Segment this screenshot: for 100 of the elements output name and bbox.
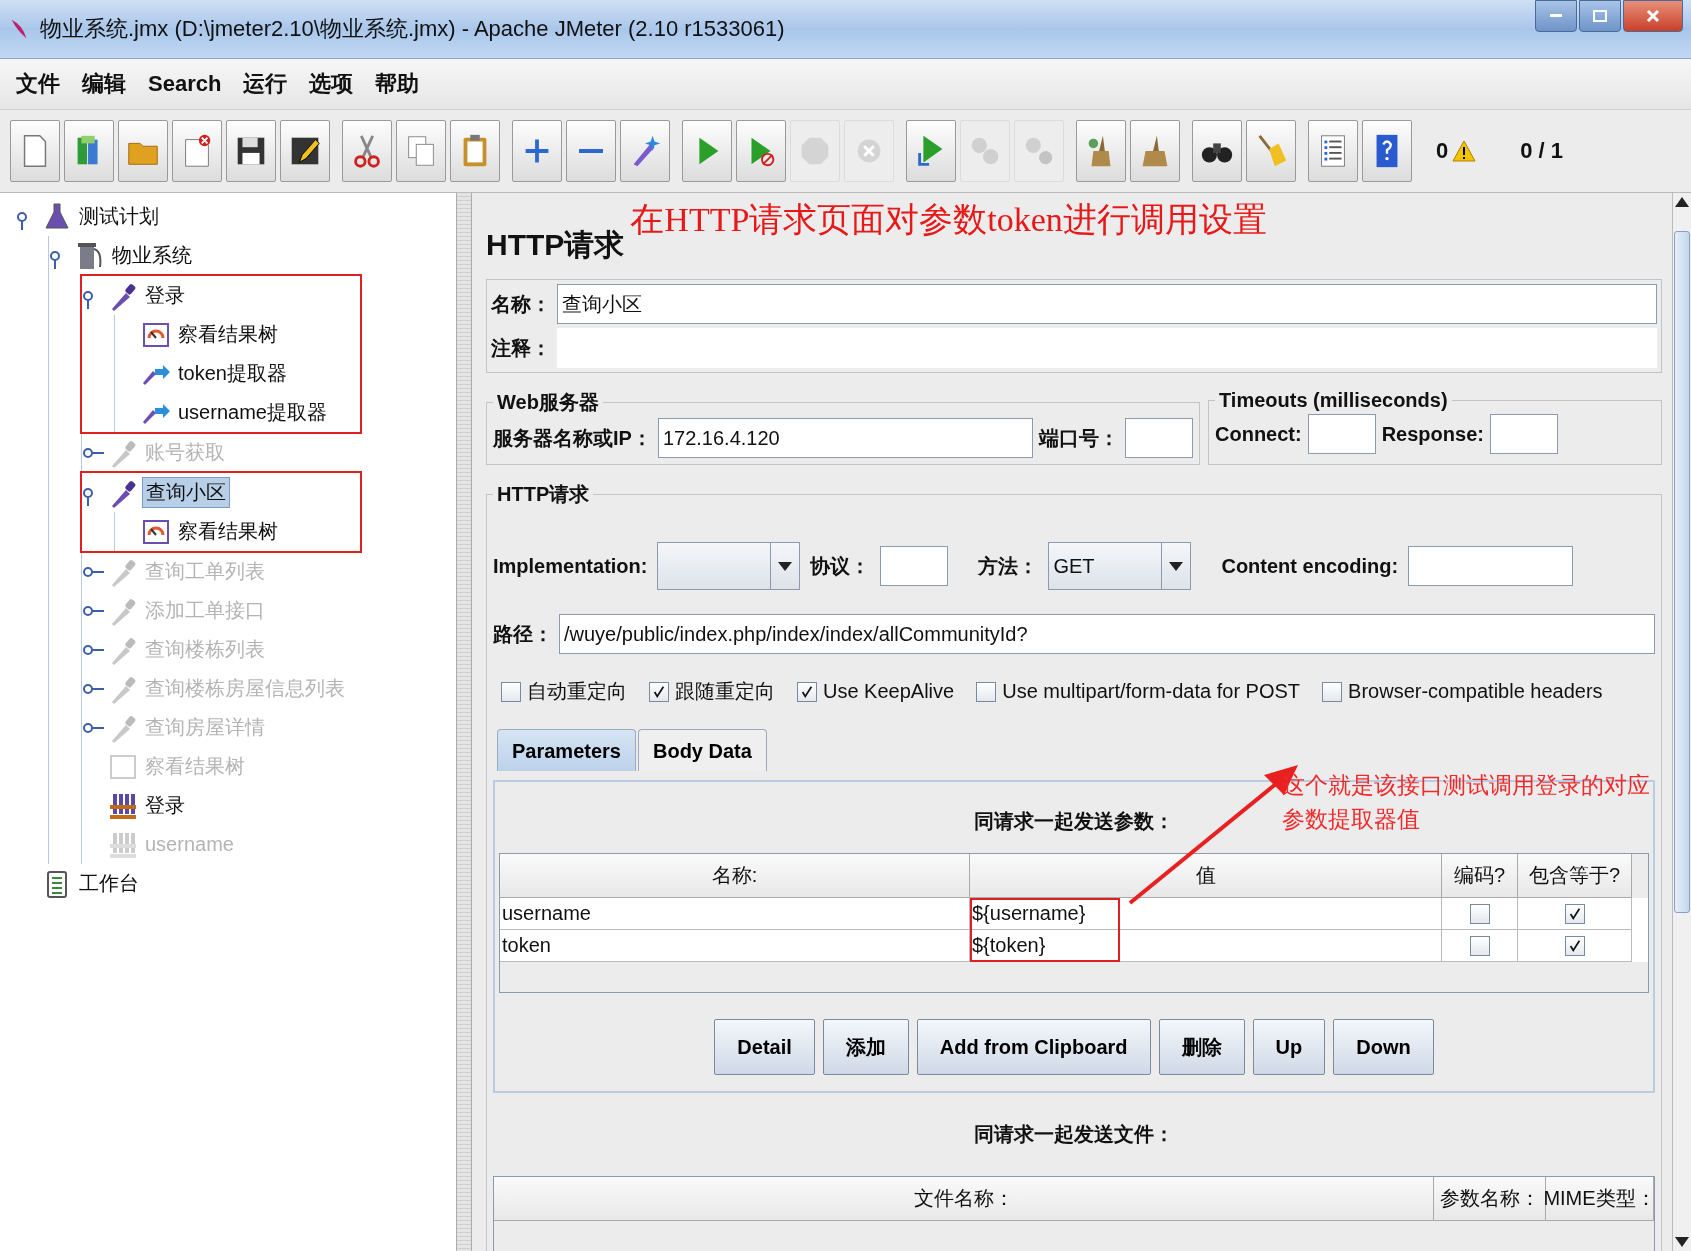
column-header: 包含等于?: [1518, 854, 1632, 898]
checkbox[interactable]: [1469, 903, 1490, 924]
column-header: 参数名称：: [1434, 1177, 1546, 1221]
dropdown[interactable]: GET: [1048, 542, 1192, 590]
checkbox-label: Browser-compatible headers: [1348, 680, 1603, 703]
tab[interactable]: Body Data: [637, 729, 767, 771]
checkbox[interactable]: [1469, 935, 1490, 956]
column-header: 文件名称：: [494, 1177, 1434, 1221]
caret-icon: [778, 561, 793, 571]
field-label: Content encoding:: [1221, 554, 1399, 578]
scroll-down-icon: [1675, 1237, 1689, 1247]
field-label: 端口号：: [1039, 425, 1119, 451]
toolbar-button[interactable]: [280, 120, 330, 182]
column-header: 名称:: [500, 854, 970, 898]
tree-item[interactable]: token提取器: [175, 359, 290, 388]
caret-icon: [1169, 561, 1184, 571]
checkbox[interactable]: [797, 681, 817, 702]
checkbox-label: Use multipart/form-data for POST: [1002, 680, 1301, 703]
group-title: Timeouts (milliseconds): [1218, 389, 1449, 412]
maximize-icon: [1593, 10, 1607, 22]
group-title: Web服务器: [496, 390, 600, 415]
maximize-button[interactable]: [1579, 0, 1621, 32]
response-field[interactable]: [1489, 414, 1558, 454]
action-button[interactable]: Up: [1252, 1019, 1326, 1075]
tree-item[interactable]: 物业系统: [109, 241, 195, 270]
action-button[interactable]: 删除: [1158, 1019, 1245, 1075]
field-label: 协议：: [810, 553, 871, 579]
tree-item[interactable]: 登录: [142, 281, 188, 310]
checkbox[interactable]: [976, 681, 997, 702]
action-button[interactable]: Detail: [714, 1019, 815, 1075]
field-label: 名称：: [491, 291, 551, 317]
action-button[interactable]: Down: [1333, 1019, 1434, 1075]
tree-item[interactable]: 登录: [142, 791, 188, 820]
error-count: 0: [1436, 138, 1449, 164]
tree-item[interactable]: 工作台: [76, 869, 142, 898]
tab[interactable]: Parameters: [497, 729, 636, 771]
scroll-thumb[interactable]: [1674, 231, 1690, 913]
menu-item[interactable]: 编辑: [82, 69, 126, 99]
connect-field[interactable]: [1307, 414, 1376, 454]
checkbox[interactable]: [1564, 903, 1585, 924]
annotation-text: 在HTTP请求页面对参数token进行调用设置: [630, 200, 1267, 240]
action-button[interactable]: Add from Clipboard: [916, 1019, 1151, 1075]
group-title: HTTP请求: [496, 482, 591, 507]
minus-icon: [577, 147, 605, 155]
field-label: 注释：: [491, 335, 551, 361]
close-button[interactable]: [1623, 0, 1683, 32]
close-icon: [1646, 9, 1660, 23]
section-title: 同请求一起发送参数：: [974, 809, 1174, 834]
toolbar-button[interactable]: [1192, 120, 1242, 182]
checkbox[interactable]: [1564, 935, 1585, 956]
name-field[interactable]: 查询小区: [557, 284, 1657, 324]
field-label: Response:: [1381, 422, 1484, 446]
dropdown[interactable]: [657, 542, 801, 590]
menu-item[interactable]: 运行: [243, 69, 288, 99]
menu-item[interactable]: 文件: [16, 69, 60, 99]
checkbox[interactable]: [649, 681, 669, 702]
checkbox-label: 跟随重定向: [675, 679, 775, 704]
tree-item[interactable]: 测试计划: [76, 202, 162, 231]
toolbar-button[interactable]: [226, 120, 276, 182]
port-field[interactable]: [1125, 418, 1193, 458]
pipette-arrow-icon: [141, 401, 171, 424]
checkbox-label: 自动重定向: [527, 679, 627, 704]
field-label: Connect:: [1215, 422, 1302, 446]
scroll-up-icon: [1675, 197, 1689, 207]
minimize-icon: [1550, 14, 1562, 18]
tree-item[interactable]: 察看结果树: [175, 517, 281, 546]
check-icon: [800, 684, 814, 699]
field-label: Implementation:: [493, 554, 648, 578]
table-cell: ${token}: [970, 930, 1442, 962]
panel-title: HTTP请求: [486, 227, 625, 263]
checkbox[interactable]: [501, 681, 521, 702]
warning-icon: [1452, 140, 1477, 162]
column-header: 编码?: [1442, 854, 1518, 898]
menu-item[interactable]: 帮助: [375, 69, 420, 99]
check-icon: [652, 684, 666, 699]
field-label: 服务器名称或IP：: [493, 425, 652, 451]
section-title: 同请求一起发送文件：: [974, 1122, 1174, 1147]
column-header: MIME类型：: [1546, 1177, 1654, 1221]
menu-item[interactable]: 选项: [309, 69, 354, 99]
checkbox-label: Use KeepAlive: [823, 680, 955, 703]
action-button[interactable]: 添加: [822, 1019, 909, 1075]
tree-item[interactable]: 察看结果树: [175, 320, 281, 349]
table-cell: token: [500, 930, 970, 962]
tree-item[interactable]: 查询小区: [142, 477, 230, 508]
check-icon: [1567, 906, 1582, 921]
tree-item[interactable]: username提取器: [175, 398, 330, 427]
pipette-arrow-icon: [141, 362, 171, 385]
menu-item[interactable]: Search: [148, 71, 222, 97]
protocol-field[interactable]: [880, 546, 949, 586]
check-icon: [1567, 938, 1582, 953]
checkbox[interactable]: [1322, 681, 1343, 702]
path-field[interactable]: /wuye/public/index.php/index/index/allCommunityId?: [559, 614, 1655, 654]
window-title: 物业系统.jmx (D:\jmeter2.10\物业系统.jmx) - Apache JMeter (2.10 r1533061): [40, 15, 785, 43]
server-field[interactable]: 172.16.4.120: [657, 418, 1033, 458]
field-label: 路径：: [493, 621, 553, 647]
encoding-field[interactable]: [1408, 546, 1574, 586]
minimize-button[interactable]: [1535, 0, 1577, 32]
field-label: 方法：: [978, 553, 1039, 579]
scrollbar[interactable]: [1672, 193, 1691, 1251]
flask-icon: [42, 201, 72, 232]
